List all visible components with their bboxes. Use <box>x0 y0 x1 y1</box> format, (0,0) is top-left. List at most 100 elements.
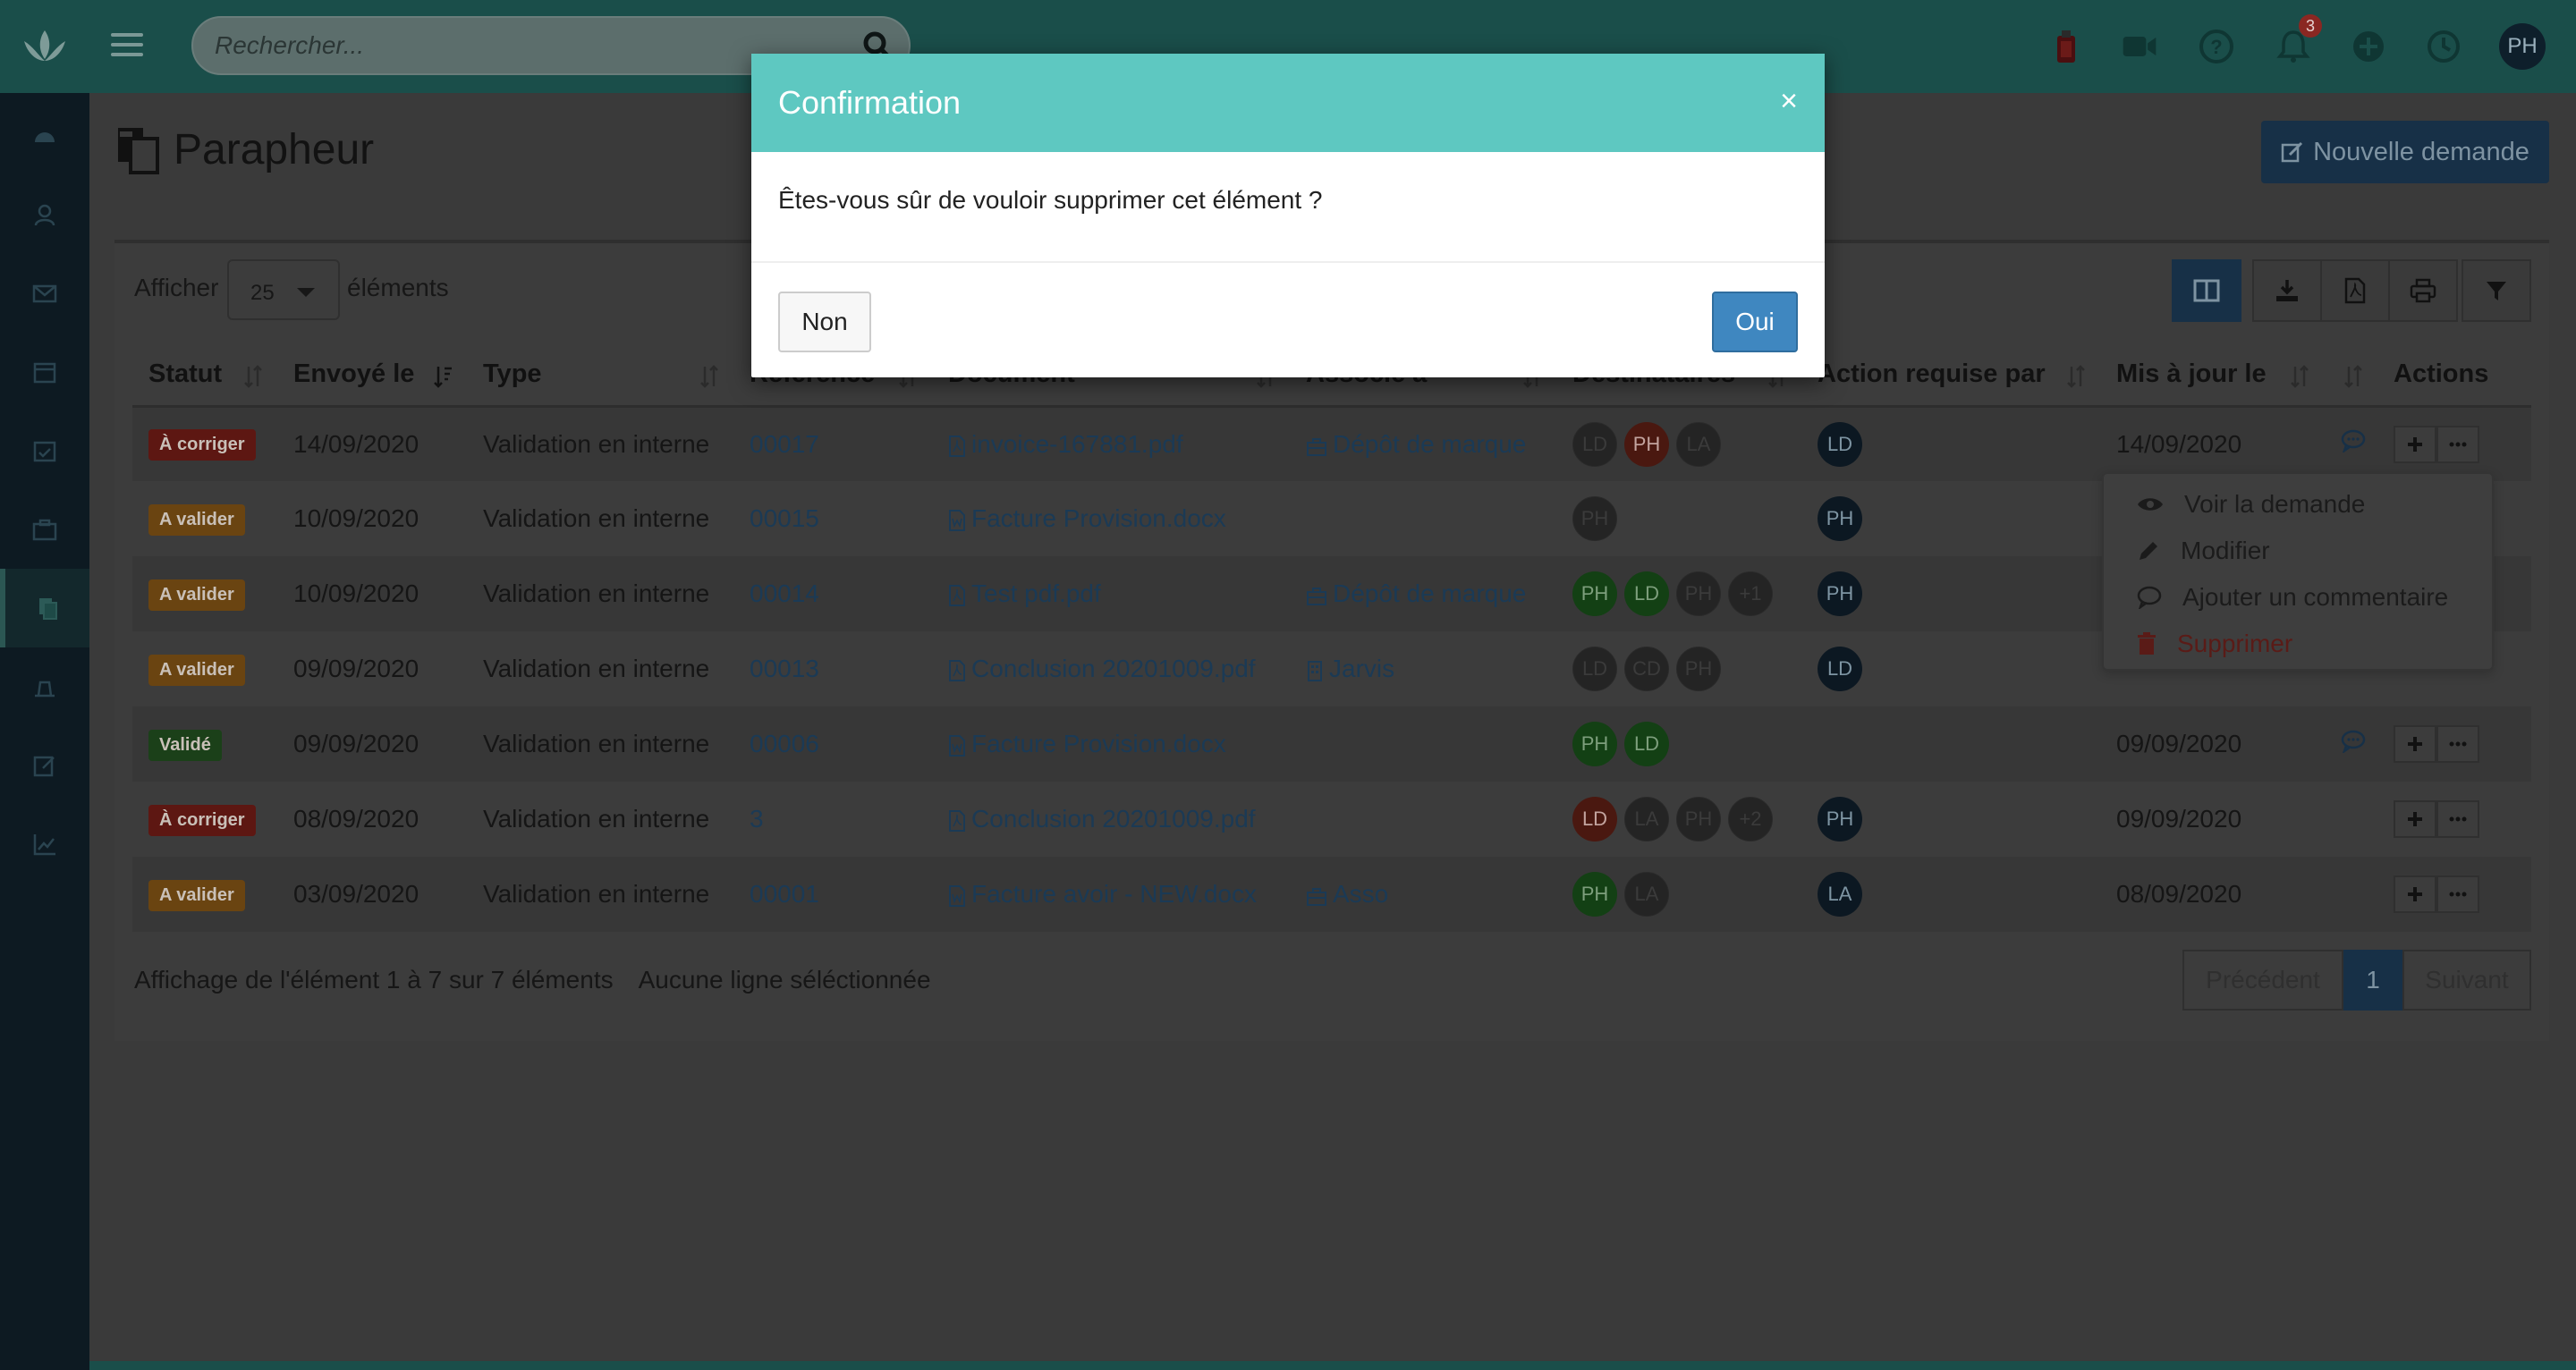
associated-link[interactable]: Dépôt de marque <box>1306 579 1526 607</box>
document-link[interactable]: Facture avoir - NEW.docx <box>948 880 1257 908</box>
col-header-type[interactable]: Type <box>467 343 733 408</box>
table-row[interactable]: À corriger 08/09/2020 Validation en inte… <box>132 782 2531 857</box>
recipient-avatar[interactable]: LD <box>1572 647 1617 691</box>
video-camera-icon[interactable] <box>2120 27 2159 66</box>
menu-toggle-icon[interactable] <box>111 27 143 63</box>
reference-link[interactable]: 3 <box>750 805 764 833</box>
app-logo[interactable] <box>0 0 89 93</box>
action-by-avatar[interactable]: PH <box>1818 797 1862 841</box>
associated-link[interactable]: Dépôt de marque <box>1306 430 1526 458</box>
action-by-avatar[interactable]: PH <box>1818 571 1862 616</box>
pdf-export-button[interactable] <box>2320 259 2390 322</box>
recipient-avatar[interactable]: PH <box>1676 571 1721 616</box>
recipient-avatar[interactable]: PH <box>1572 722 1617 766</box>
add-button[interactable] <box>2394 800 2436 838</box>
recipient-avatar[interactable]: CD <box>1624 647 1669 691</box>
col-header-status[interactable]: Statut <box>132 343 277 408</box>
recipient-avatar[interactable]: LD <box>1624 722 1669 766</box>
table-row[interactable]: À corriger 14/09/2020 Validation en inte… <box>132 406 2531 481</box>
add-button[interactable] <box>2394 875 2436 913</box>
recipient-avatar[interactable]: LA <box>1624 872 1669 917</box>
add-button[interactable] <box>2394 425 2436 463</box>
sidebar-item-parapheur[interactable] <box>0 569 89 647</box>
col-header-updated[interactable]: Mis à jour le <box>2100 343 2324 408</box>
document-link[interactable]: Facture Provision.docx <box>948 730 1226 757</box>
print-button[interactable] <box>2388 259 2458 322</box>
col-header-action-by[interactable]: Action requise par <box>1801 343 2100 408</box>
columns-toggle-button[interactable] <box>2172 259 2241 322</box>
cancel-button[interactable]: Non <box>778 292 871 352</box>
col-header-sent[interactable]: Envoyé le <box>277 343 467 408</box>
more-button[interactable] <box>2436 875 2479 913</box>
document-link[interactable]: Conclusion 20201009.pdf <box>948 655 1256 682</box>
sidebar-item-notes[interactable] <box>0 726 89 805</box>
recipient-avatar[interactable]: PH <box>1572 872 1617 917</box>
help-icon[interactable]: ? <box>2197 27 2236 66</box>
pagination-next[interactable]: Suivant <box>2402 950 2531 1011</box>
action-by-avatar[interactable]: LA <box>1818 872 1862 917</box>
sidebar-item-billing[interactable] <box>0 647 89 726</box>
associated-link[interactable]: Asso <box>1306 880 1388 908</box>
recipient-avatar[interactable]: LD <box>1624 571 1669 616</box>
recipient-avatar[interactable]: PH <box>1676 647 1721 691</box>
add-button[interactable] <box>2394 725 2436 763</box>
sidebar-item-mail[interactable] <box>0 254 89 333</box>
document-link[interactable]: invoice-167881.pdf <box>948 430 1183 458</box>
reference-link[interactable]: 00001 <box>750 880 819 908</box>
reference-link[interactable]: 00013 <box>750 655 819 682</box>
search-input[interactable] <box>215 18 841 73</box>
close-icon[interactable]: × <box>1780 86 1798 116</box>
new-request-button[interactable]: Nouvelle demande <box>2261 121 2549 183</box>
extension-icon[interactable] <box>2046 27 2086 66</box>
menu-item-view[interactable]: Voir la demande <box>2136 490 2365 519</box>
recipient-avatar[interactable]: PH <box>1624 421 1669 467</box>
table-row[interactable]: A valider 03/09/2020 Validation en inter… <box>132 857 2531 932</box>
comment-icon[interactable] <box>2340 730 2367 754</box>
action-by-avatar[interactable]: PH <box>1818 496 1862 541</box>
menu-item-delete[interactable]: Supprimer <box>2136 630 2292 658</box>
clock-icon[interactable] <box>2424 27 2463 66</box>
recipient-avatar[interactable]: LA <box>1624 797 1669 841</box>
add-circle-icon[interactable] <box>2349 27 2388 66</box>
recipient-avatar[interactable]: +2 <box>1728 797 1773 841</box>
page-length-select[interactable]: 25 <box>227 259 340 320</box>
confirm-button[interactable]: Oui <box>1712 292 1798 352</box>
reference-link[interactable]: 00006 <box>750 730 819 757</box>
filter-button[interactable] <box>2462 259 2531 322</box>
document-link[interactable]: Conclusion 20201009.pdf <box>948 805 1256 833</box>
recipient-avatar[interactable]: PH <box>1676 797 1721 841</box>
col-header-comments[interactable] <box>2324 343 2377 408</box>
more-button[interactable] <box>2436 800 2479 838</box>
action-by-avatar[interactable]: LD <box>1818 421 1862 467</box>
more-button[interactable] <box>2436 425 2479 463</box>
document-link[interactable]: Facture Provision.docx <box>948 504 1226 532</box>
menu-item-edit[interactable]: Modifier <box>2136 537 2270 565</box>
cell-status: À corriger <box>132 782 277 857</box>
sidebar-item-calendar[interactable] <box>0 333 89 411</box>
sidebar-item-tasks[interactable] <box>0 411 89 490</box>
recipient-avatar[interactable]: LA <box>1676 421 1721 467</box>
reference-link[interactable]: 00014 <box>750 579 819 607</box>
sidebar-item-stats[interactable] <box>0 805 89 884</box>
user-avatar[interactable]: PH <box>2499 23 2546 70</box>
sidebar-item-contacts[interactable] <box>0 175 89 254</box>
menu-item-comment[interactable]: Ajouter un commentaire <box>2136 583 2448 612</box>
sidebar-item-cases[interactable] <box>0 490 89 569</box>
recipient-avatar[interactable]: +1 <box>1728 571 1773 616</box>
download-button[interactable] <box>2252 259 2322 322</box>
reference-link[interactable]: 00017 <box>750 430 819 458</box>
more-button[interactable] <box>2436 725 2479 763</box>
pagination-prev[interactable]: Précédent <box>2182 950 2343 1011</box>
recipient-avatar[interactable]: PH <box>1572 571 1617 616</box>
document-link[interactable]: Test pdf.pdf <box>948 579 1101 607</box>
action-by-avatar[interactable]: LD <box>1818 647 1862 691</box>
table-row[interactable]: Validé 09/09/2020 Validation en interne … <box>132 706 2531 782</box>
sidebar-item-dashboard[interactable] <box>0 97 89 175</box>
reference-link[interactable]: 00015 <box>750 504 819 532</box>
pagination-page-1[interactable]: 1 <box>2343 950 2402 1011</box>
comment-icon[interactable] <box>2340 429 2367 454</box>
recipient-avatar[interactable]: LD <box>1572 797 1617 841</box>
associated-link[interactable]: Jarvis <box>1306 655 1394 682</box>
recipient-avatar[interactable]: LD <box>1572 421 1617 467</box>
recipient-avatar[interactable]: PH <box>1572 496 1617 541</box>
